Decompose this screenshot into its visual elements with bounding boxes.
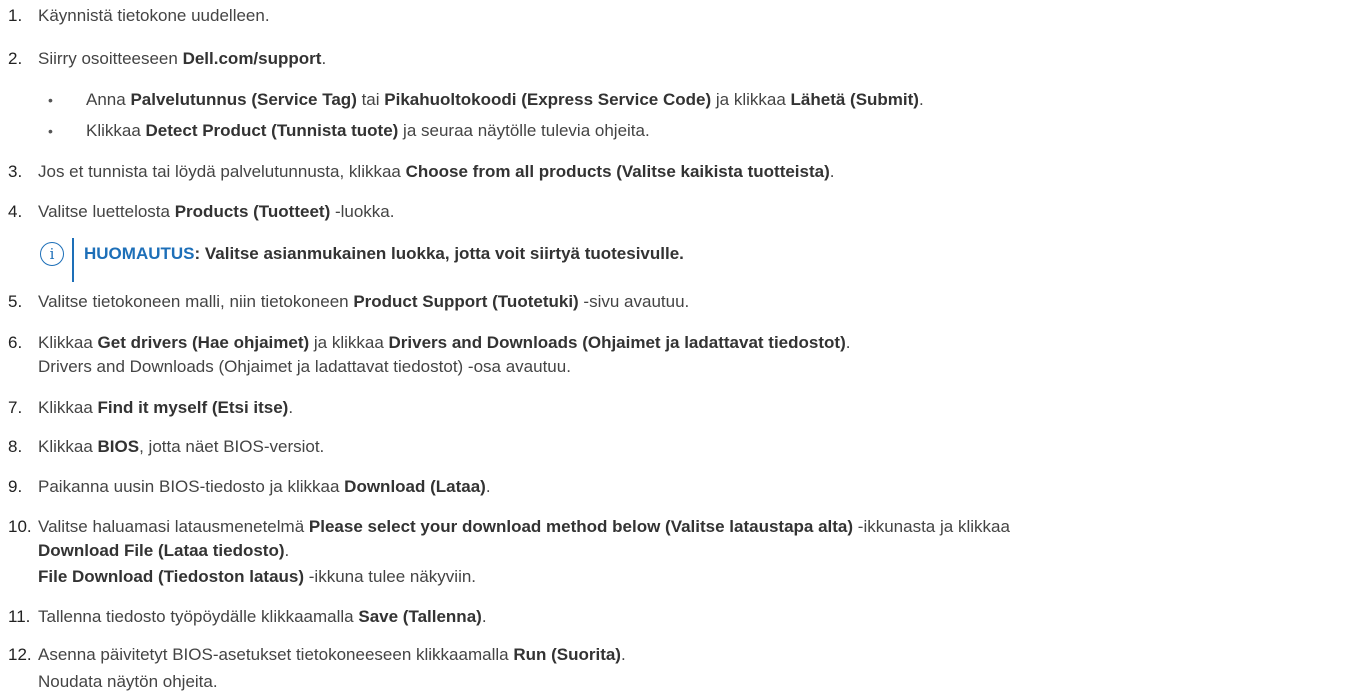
step-number: 12. xyxy=(8,645,32,664)
step-emphasis: Drivers and Downloads (Ohjaimet ja ladat… xyxy=(388,333,846,352)
step-text-part: . xyxy=(481,607,487,626)
step-text-part: . xyxy=(829,162,835,181)
step-text-part: , jotta näet BIOS-versiot. xyxy=(139,437,325,456)
step-text: Download File (Lataa tiedosto). xyxy=(38,539,289,563)
note-label: HUOMAUTUS xyxy=(84,244,195,263)
substep-emphasis: Lähetä (Submit) xyxy=(790,90,919,109)
step-number: 1. xyxy=(8,6,23,25)
step-number: 3. xyxy=(8,162,23,181)
step-text-part: Valitse luettelosta xyxy=(38,202,175,221)
step-text: Asenna päivitetyt BIOS-asetukset tietoko… xyxy=(38,643,626,667)
step-text: Paikanna uusin BIOS-tiedosto ja klikkaa … xyxy=(38,475,491,499)
step-text: Tallenna tiedosto työpöydälle klikkaamal… xyxy=(38,605,487,629)
step-text-part: Klikkaa xyxy=(38,333,98,352)
step-number: 11. xyxy=(8,607,31,626)
step-emphasis: Download File (Lataa tiedosto) xyxy=(38,541,285,560)
step-text-part: -ikkunasta ja klikkaa xyxy=(853,517,1010,536)
substep-emphasis: Pikahuoltokoodi (Express Service Code) xyxy=(384,90,712,109)
step-number: 8. xyxy=(8,437,23,456)
step-text-part: -sivu avautuu. xyxy=(578,292,690,311)
substep-text-part: Klikkaa xyxy=(86,121,146,140)
step-text: File Download (Tiedoston lataus) -ikkuna… xyxy=(38,565,476,589)
substep-emphasis: Detect Product (Tunnista tuote) xyxy=(145,121,399,140)
step-emphasis: Choose from all products (Valitse kaikis… xyxy=(405,162,830,181)
step-text: Klikkaa Get drivers (Hae ohjaimet) ja kl… xyxy=(38,331,850,355)
step-text-part: Tallenna tiedosto työpöydälle klikkaamal… xyxy=(38,607,359,626)
info-icon: i xyxy=(40,242,64,266)
step-text-part: ja klikkaa xyxy=(309,333,389,352)
step-emphasis: Get drivers (Hae ohjaimet) xyxy=(97,333,310,352)
bullet-icon: • xyxy=(48,123,53,139)
substep-text-part: ja seuraa näytölle tulevia ohjeita. xyxy=(398,121,650,140)
step-number: 9. xyxy=(8,477,23,496)
step-text: Klikkaa Find it myself (Etsi itse). xyxy=(38,396,293,420)
step-text-part: . xyxy=(620,645,626,664)
step-emphasis: Please select your download method below… xyxy=(308,517,854,536)
step-emphasis: Find it myself (Etsi itse) xyxy=(97,398,289,417)
substep-text: Klikkaa Detect Product (Tunnista tuote) … xyxy=(86,119,650,143)
step-text-part: . xyxy=(485,477,491,496)
step-text-part: -luokka. xyxy=(330,202,395,221)
step-emphasis: Product Support (Tuotetuki) xyxy=(353,292,579,311)
substep-text: Anna Palvelutunnus (Service Tag) tai Pik… xyxy=(86,88,924,112)
step-text-part: Valitse haluamasi latausmenetelmä xyxy=(38,517,309,536)
step-emphasis: Products (Tuotteet) xyxy=(174,202,331,221)
step-text-part: Jos et tunnista tai löydä palvelutunnust… xyxy=(38,162,406,181)
step-text-part: -ikkuna tulee näkyviin. xyxy=(304,567,477,586)
step-number: 6. xyxy=(8,333,23,352)
step-emphasis: Dell.com/support xyxy=(182,49,322,68)
step-text-part: . xyxy=(284,541,290,560)
bullet-icon: • xyxy=(48,92,53,108)
step-emphasis: Save (Tallenna) xyxy=(358,607,482,626)
step-text-part: Asenna päivitetyt BIOS-asetukset tietoko… xyxy=(38,645,514,664)
note-body: : Valitse asianmukainen luokka, jotta vo… xyxy=(194,244,684,263)
step-text-part: . xyxy=(845,333,851,352)
substep-text-part: ja klikkaa xyxy=(711,90,791,109)
step-text: Valitse tietokoneen malli, niin tietokon… xyxy=(38,290,689,314)
step-text: Käynnistä tietokone uudelleen. xyxy=(38,6,270,25)
step-text-part: Valitse tietokoneen malli, niin tietokon… xyxy=(38,292,354,311)
substep-text-part: tai xyxy=(356,90,385,109)
step-number: 2. xyxy=(8,49,23,68)
note-divider xyxy=(72,238,74,282)
step-text: Valitse luettelosta Products (Tuotteet) … xyxy=(38,200,394,224)
step-text: Siirry osoitteeseen Dell.com/support. xyxy=(38,47,326,71)
step-text: Klikkaa BIOS, jotta näet BIOS-versiot. xyxy=(38,435,324,459)
step-text-part: Klikkaa xyxy=(38,437,98,456)
step-text-part: Paikanna uusin BIOS-tiedosto ja klikkaa xyxy=(38,477,345,496)
step-number: 5. xyxy=(8,292,23,311)
step-text-part: Siirry osoitteeseen xyxy=(38,49,183,68)
step-number: 7. xyxy=(8,398,23,417)
substep-text-part: Anna xyxy=(86,90,131,109)
step-emphasis: BIOS xyxy=(97,437,140,456)
step-text: Drivers and Downloads (Ohjaimet ja ladat… xyxy=(38,357,571,376)
note-text: HUOMAUTUS: Valitse asianmukainen luokka,… xyxy=(84,242,684,266)
step-text-part: Klikkaa xyxy=(38,398,98,417)
substep-emphasis: Palvelutunnus (Service Tag) xyxy=(130,90,357,109)
substep-text-part: . xyxy=(918,90,924,109)
step-text: Valitse haluamasi latausmenetelmä Please… xyxy=(38,515,1010,539)
step-text-part: . xyxy=(288,398,294,417)
step-emphasis: Download (Lataa) xyxy=(344,477,486,496)
step-number: 4. xyxy=(8,202,23,221)
step-emphasis: Run (Suorita) xyxy=(513,645,621,664)
step-emphasis: File Download (Tiedoston lataus) xyxy=(38,567,305,586)
step-text: Jos et tunnista tai löydä palvelutunnust… xyxy=(38,160,835,184)
step-text: Noudata näytön ohjeita. xyxy=(38,672,218,691)
step-text-part: . xyxy=(321,49,327,68)
step-number: 10. xyxy=(8,517,32,536)
